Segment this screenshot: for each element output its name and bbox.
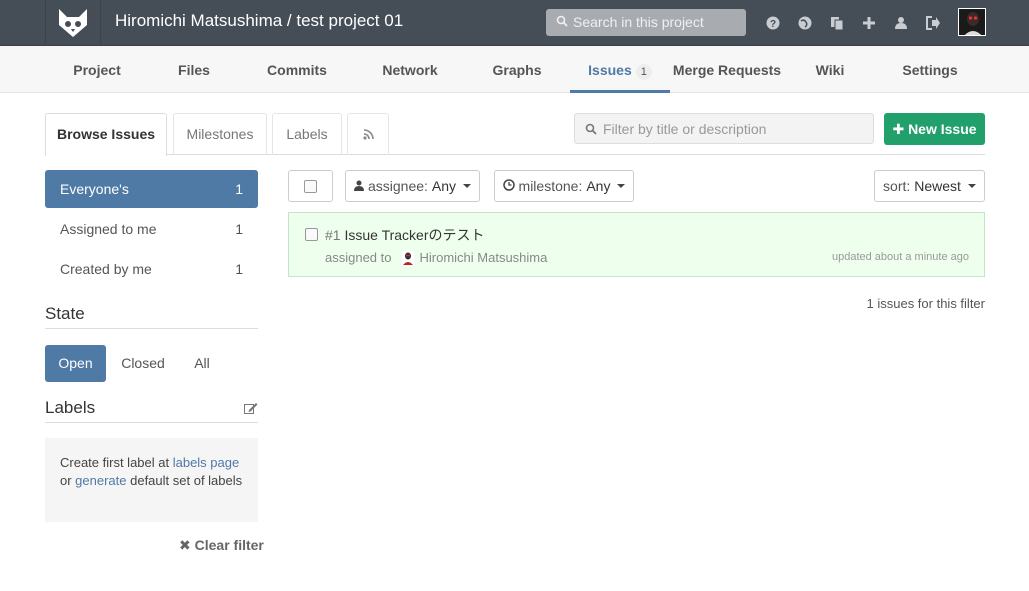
clear-filter-link[interactable]: ✖ Clear filter [179,537,264,554]
issue-checkbox[interactable] [305,228,318,241]
scope-label: Created by me [60,261,152,277]
scope-label: Assigned to me [60,221,157,237]
new-issue-label: New Issue [908,121,977,137]
top-header: Hiromichi Matsushima / test project 01 S… [0,0,1029,46]
gitlab-logo[interactable] [45,0,101,46]
chevron-down-icon [463,184,472,188]
issue-title: Issue Trackerのテスト [344,227,485,243]
scope-everyone[interactable]: Everyone's 1 [45,170,258,208]
state-closed[interactable]: Closed [114,345,172,382]
tab-merge-requests[interactable]: Merge Requests [672,46,782,93]
labels-heading-text: Labels [45,398,96,417]
select-all-checkbox[interactable] [288,170,333,202]
signout-icon[interactable] [923,13,943,33]
rss-button[interactable] [347,113,389,155]
issue-number: #1 [325,227,341,243]
search-input[interactable]: Search in this project [546,9,746,36]
assigned-prefix: assigned to [325,250,392,265]
issue-meta: assigned to Hiromichi Matsushima [325,250,547,265]
svg-text:?: ? [770,19,776,30]
project-nav: Project Files Commits Network Graphs Iss… [0,46,1029,93]
scope-created-by-me[interactable]: Created by me 1 [45,250,258,288]
tab-network[interactable]: Network [368,46,452,93]
milestone-value: Any [586,178,611,194]
checkbox[interactable] [304,179,317,193]
user-avatar[interactable] [958,8,986,36]
labels-heading: Labels [45,398,258,423]
tab-issues[interactable]: Issues 1 [570,46,670,93]
state-open[interactable]: Open [45,345,106,382]
state-heading: State [45,304,258,329]
generate-link[interactable]: generate [75,473,126,488]
search-placeholder: Search in this project [573,14,704,30]
issues-count-badge: 1 [635,64,652,80]
search-icon [585,121,597,143]
copy-icon[interactable] [827,13,847,33]
issues-count-text: 1 issues for this filter [866,296,986,311]
close-icon: ✖ [179,537,191,553]
rss-icon [362,129,374,140]
globe-icon[interactable] [795,13,815,33]
scope-assigned-to-me[interactable]: Assigned to me 1 [45,210,258,248]
search-icon [556,14,568,30]
labels-text: default set of labels [126,473,243,488]
sort-value: Newest [914,178,961,194]
chevron-down-icon [617,184,626,188]
labels-text: Create first label at [60,455,173,470]
scope-count: 1 [235,181,243,197]
new-issue-button[interactable]: ✚ New Issue [884,113,985,145]
edit-icon[interactable] [244,400,258,420]
tab-commits[interactable]: Commits [254,46,340,93]
tab-graphs[interactable]: Graphs [480,46,554,93]
assignee-name[interactable]: Hiromichi Matsushima [420,250,548,265]
labels-page-link[interactable]: labels page [173,455,240,470]
user-icon [353,178,364,194]
logo-icon [59,9,87,37]
labels-empty-box: Create first label at labels page or gen… [45,438,258,522]
assignee-value: Any [431,178,457,194]
assignee-label: assignee: [367,178,428,194]
issue-filter-input[interactable]: Filter by title or description [574,113,874,144]
sort-label: sort: [883,178,911,194]
scope-count: 1 [235,261,243,277]
milestone-label: milestone: [518,178,583,194]
clock-icon [502,178,515,194]
plus-icon: ✚ [892,121,905,137]
tab-browse-issues[interactable]: Browse Issues [45,113,167,156]
plus-icon[interactable] [859,13,879,33]
sort-dropdown[interactable]: sort: Newest [874,170,985,202]
tab-issues-label: Issues [588,62,632,78]
scope-count: 1 [235,221,243,237]
milestone-dropdown[interactable]: milestone: Any [494,170,634,202]
project-title[interactable]: Hiromichi Matsushima / test project 01 [115,11,403,31]
issue-title-link[interactable]: #1 Issue Trackerのテスト [325,225,485,245]
tab-files[interactable]: Files [160,46,228,93]
tab-milestones[interactable]: Milestones [173,113,267,155]
assignee-avatar [400,250,415,265]
state-all[interactable]: All [184,345,220,382]
help-icon[interactable]: ? [763,13,783,33]
user-icon[interactable] [891,13,911,33]
clear-filter-label: Clear filter [194,537,264,553]
scope-label: Everyone's [60,181,129,197]
labels-text: or [60,473,76,488]
filter-placeholder: Filter by title or description [603,121,767,137]
assignee-dropdown[interactable]: assignee: Any [345,170,480,202]
tab-labels[interactable]: Labels [272,113,342,155]
issue-row[interactable]: #1 Issue Trackerのテスト assigned to Hiromic… [288,212,985,277]
tab-wiki[interactable]: Wiki [808,46,852,93]
tab-project[interactable]: Project [52,46,142,93]
chevron-down-icon [967,184,976,188]
issue-updated-time: updated about a minute ago [831,251,969,263]
tab-settings[interactable]: Settings [896,46,964,93]
